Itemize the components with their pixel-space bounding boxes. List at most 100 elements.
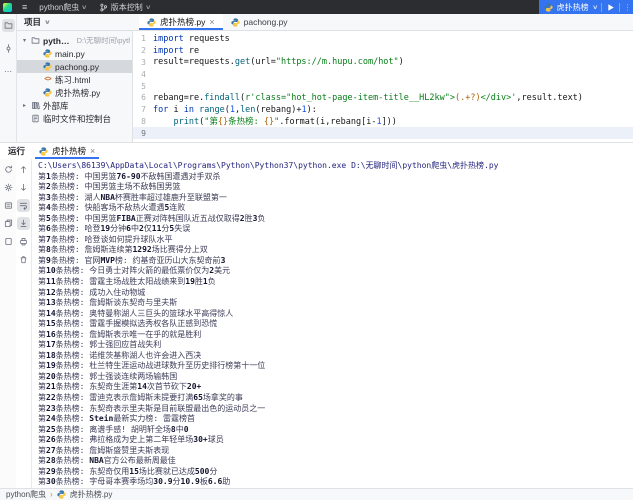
- editor-tab[interactable]: 虎扑热榜.py×: [139, 14, 223, 30]
- console-output-line: 第2条热榜: 中国男篮主场不敌韩国男篮: [38, 182, 633, 193]
- console-output-line: 第22条热榜: 雷迪克表示詹姆斯未提要打满65场拿奖的事: [38, 393, 633, 404]
- code-line: 2import re: [133, 45, 633, 57]
- console-output-line: 第16条热榜: 詹姆斯表示唯一在乎的就是胜利: [38, 330, 633, 341]
- run-tab[interactable]: 虎扑热榜 ×: [35, 143, 99, 159]
- console-output-line: 第9条热榜: 官网MVP榜: 约基奇亚历山大东契奇前3: [38, 256, 633, 267]
- code-text: rebang=re.findall(r'class="hot_hot-page-…: [153, 93, 583, 103]
- hamburger-icon: ≡: [22, 3, 27, 12]
- console-output-line: 第30条热榜: 字母哥本赛季场均30.9分10.9板6.6助: [38, 477, 633, 488]
- commit-tool-button[interactable]: [2, 42, 15, 55]
- tree-chevron-icon[interactable]: ▸: [21, 102, 28, 109]
- console-output-line: 第29条热榜: 东契奇仅用15场比赛就已达成500分: [38, 467, 633, 478]
- main-menu-button[interactable]: ≡: [17, 0, 32, 14]
- line-number: 2: [133, 46, 153, 55]
- code-text: result=requests.get(url="https://m.hupu.…: [153, 57, 404, 67]
- breadcrumb-file[interactable]: 虎扑热榜.py: [70, 489, 113, 500]
- down-icon: [19, 183, 28, 192]
- window-button[interactable]: [2, 235, 15, 248]
- code-line: 7for i in range(1,len(rebang)+1):: [133, 104, 633, 116]
- console-output-line: 第23条热榜: 东契奇表示里夫斯是目前联盟最出色的运动员之一: [38, 404, 633, 415]
- code-lines: 1import requests2import re3result=reques…: [133, 33, 633, 139]
- rerun-button[interactable]: [2, 163, 15, 176]
- close-icon[interactable]: ×: [209, 18, 214, 27]
- print-button[interactable]: [17, 235, 30, 248]
- tree-item[interactable]: pachong.py: [17, 60, 132, 73]
- pages-icon: [4, 219, 13, 228]
- tree-item[interactable]: main.py: [17, 47, 132, 60]
- settings-icon: [4, 183, 13, 192]
- pages-button[interactable]: [2, 217, 15, 230]
- tree-item[interactable]: ▸外部库: [17, 99, 132, 112]
- tree-item[interactable]: <>练习.html: [17, 73, 132, 86]
- run-config-python-icon: [544, 3, 553, 12]
- view-options-icon: [4, 201, 13, 210]
- line-number: 6: [133, 93, 153, 102]
- python-icon: [39, 147, 48, 156]
- chevron-down-icon: ∨: [44, 19, 51, 26]
- code-line: 8 print("第{}条热榜: {}".format(i,rebang[i-1…: [133, 116, 633, 128]
- run-toolbar: [0, 159, 16, 488]
- tree-item-path-hint: D:\无聊时间\python爬虫: [77, 35, 130, 46]
- code-text: print("第{}条热榜: {}".format(i,rebang[i-1])…: [153, 115, 397, 127]
- tree-item-label: python爬虫: [43, 35, 74, 47]
- console-toolbar: [16, 159, 32, 488]
- line-number: 8: [133, 117, 153, 126]
- console-output-line: 第25条热榜: 离谱手感! 胡明轩全场8中0: [38, 425, 633, 436]
- code-line: 6rebang=re.findall(r'class="hot_hot-page…: [133, 92, 633, 104]
- divider: [601, 3, 602, 12]
- tree-item-label: 练习.html: [55, 74, 90, 86]
- vcs-widget[interactable]: 版本控制 ∨: [94, 0, 155, 14]
- console-output-line: 第3条热榜: 湖人NBA杯赛胜率超过雄鹿升至联盟第一: [38, 193, 633, 204]
- project-tool-button[interactable]: [2, 19, 15, 32]
- console-output[interactable]: C:\Users\86139\AppData\Local\Programs\Py…: [32, 159, 633, 488]
- clear-button[interactable]: [17, 253, 30, 266]
- code-editor[interactable]: 1import requests2import re3result=reques…: [133, 31, 633, 142]
- editor-tab[interactable]: pachong.py: [223, 14, 296, 30]
- status-bar: python爬虫 › 虎扑热榜.py: [0, 488, 633, 500]
- code-line: 1import requests: [133, 33, 633, 45]
- settings-button[interactable]: [2, 181, 15, 194]
- tool-window-strip: ⋯: [0, 14, 17, 142]
- console-output-line: 第27条热榜: 詹姆斯盛赞里夫斯表现: [38, 446, 633, 457]
- project-panel-header[interactable]: 项目 ∨: [17, 14, 133, 30]
- folder-icon: [4, 21, 13, 30]
- view-options-button[interactable]: [2, 199, 15, 212]
- console-output-line: 第24条热榜: Stein最新实力榜: 雷霆榜首: [38, 414, 633, 425]
- line-number: 1: [133, 34, 153, 43]
- python-icon: [231, 18, 240, 27]
- more-tool-windows-button[interactable]: ⋯: [2, 65, 15, 78]
- scratch-icon: [31, 114, 40, 123]
- run-tab-label: 虎扑热榜: [52, 145, 86, 157]
- breadcrumb-project[interactable]: python爬虫: [6, 489, 46, 500]
- line-number: 5: [133, 82, 153, 91]
- tree-item[interactable]: 虎扑热榜.py: [17, 86, 132, 99]
- editor-tabs: 虎扑热榜.py×pachong.py: [133, 14, 296, 30]
- tree-chevron-icon[interactable]: ▾: [21, 37, 28, 44]
- pycharm-logo-icon: [3, 3, 12, 12]
- tree-item[interactable]: 临时文件和控制台: [17, 112, 132, 125]
- project-switcher[interactable]: python爬虫 ∨: [34, 0, 91, 14]
- lib-icon: [31, 101, 40, 110]
- run-button[interactable]: [606, 3, 615, 12]
- more-actions-button[interactable]: ⋮: [624, 3, 628, 12]
- console-output-line: 第13条热榜: 詹姆斯谈东契奇与里夫斯: [38, 298, 633, 309]
- python-icon: [147, 18, 156, 27]
- soft-wrap-button[interactable]: [17, 199, 30, 212]
- project-tree: ▾ python爬虫D:\无聊时间\python爬虫main.pypachong.…: [17, 31, 133, 142]
- tree-item[interactable]: ▾ python爬虫D:\无聊时间\python爬虫: [17, 34, 132, 47]
- up-button[interactable]: [17, 163, 30, 176]
- down-button[interactable]: [17, 181, 30, 194]
- console-output-line: 第19条热榜: 杜兰特生涯运动战进球数升至历史排行榜第十一位: [38, 361, 633, 372]
- folder-icon: [31, 36, 40, 45]
- run-panel-header: 运行 虎扑热榜 ×: [0, 143, 633, 159]
- close-icon[interactable]: ×: [90, 147, 95, 156]
- scroll-end-button[interactable]: [17, 217, 30, 230]
- html-icon: <>: [43, 75, 52, 84]
- pycharm-window: ≡ python爬虫 ∨ 版本控制 ∨ 虎扑热榜 ∨ ⋮ ⋯: [0, 0, 633, 500]
- upper-main: 项目 ∨ 虎扑热榜.py×pachong.py ▾python爬虫D:\无聊时间…: [17, 14, 633, 142]
- run-widget: 虎扑热榜 ∨ ⋮: [539, 0, 633, 14]
- header-row: 项目 ∨ 虎扑热榜.py×pachong.py: [17, 14, 633, 31]
- run-config-selector[interactable]: 虎扑热榜: [557, 2, 589, 13]
- python-file-icon: [43, 88, 52, 97]
- code-text: import re: [153, 46, 199, 56]
